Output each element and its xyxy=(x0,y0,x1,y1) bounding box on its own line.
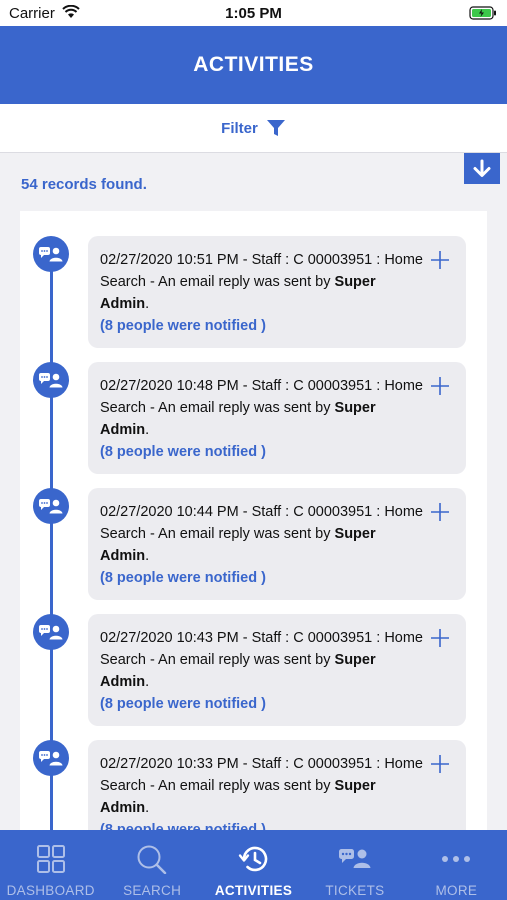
activity-staff: Staff : C 00003951 : xyxy=(251,756,381,772)
activity-staff: Staff : C 00003951 : xyxy=(251,378,381,394)
app-header: ACTIVITIES xyxy=(0,26,507,104)
activity-item: 02/27/2020 10:43 PM - Staff : C 00003951… xyxy=(20,589,487,726)
more-dots-icon xyxy=(442,856,471,862)
activity-timestamp: 02/27/2020 10:43 PM xyxy=(100,630,239,646)
tab-label: TICKETS xyxy=(325,883,385,898)
tab-dashboard[interactable]: DASHBOARD xyxy=(0,830,101,900)
tab-label: MORE xyxy=(435,883,478,898)
activity-staff: Staff : C 00003951 : xyxy=(251,504,381,520)
people-chat-icon xyxy=(33,740,69,776)
history-icon xyxy=(238,846,267,872)
plus-icon[interactable] xyxy=(430,628,450,648)
filter-button[interactable]: Filter xyxy=(0,104,507,153)
activity-list[interactable]: 02/27/2020 10:51 PM - Staff : C 00003951… xyxy=(20,211,487,851)
tab-label: DASHBOARD xyxy=(6,883,95,898)
activity-item: 02/27/2020 10:48 PM - Staff : C 00003951… xyxy=(20,337,487,474)
arrow-down-icon xyxy=(473,159,491,177)
activity-card[interactable]: 02/27/2020 10:43 PM - Staff : C 00003951… xyxy=(88,614,466,726)
tab-more[interactable]: MORE xyxy=(406,830,507,900)
status-bar: Carrier 1:05 PM xyxy=(0,0,507,26)
plus-icon[interactable] xyxy=(430,376,450,396)
activity-staff: Staff : C 00003951 : xyxy=(251,252,381,268)
activity-timestamp: 02/27/2020 10:48 PM xyxy=(100,378,239,394)
notified-link[interactable]: (8 people were notified ) xyxy=(100,318,266,334)
tab-activities[interactable]: ACTIVITIES xyxy=(203,830,304,900)
plus-icon[interactable] xyxy=(430,502,450,522)
activity-item: 02/27/2020 10:51 PM - Staff : C 00003951… xyxy=(20,211,487,348)
notified-link[interactable]: (8 people were notified ) xyxy=(100,696,266,712)
battery-icon xyxy=(469,6,496,20)
tab-label: ACTIVITIES xyxy=(214,883,293,898)
plus-icon[interactable] xyxy=(430,250,450,270)
notified-link[interactable]: (8 people were notified ) xyxy=(100,444,266,460)
tab-search[interactable]: SEARCH xyxy=(101,830,202,900)
people-chat-icon xyxy=(33,488,69,524)
activity-timestamp: 02/27/2020 10:33 PM xyxy=(100,756,239,772)
plus-icon[interactable] xyxy=(430,754,450,774)
tab-tickets[interactable]: TICKETS xyxy=(304,830,405,900)
status-time: 1:05 PM xyxy=(225,5,282,22)
people-chat-icon xyxy=(33,362,69,398)
records-count: 54 records found. xyxy=(21,176,147,193)
people-chat-icon xyxy=(338,849,371,868)
activity-item: 02/27/2020 10:44 PM - Staff : C 00003951… xyxy=(20,463,487,600)
notified-link[interactable]: (8 people were notified ) xyxy=(100,570,266,586)
activity-staff: Staff : C 00003951 : xyxy=(251,630,381,646)
activity-card[interactable]: 02/27/2020 10:51 PM - Staff : C 00003951… xyxy=(88,236,466,348)
download-button[interactable] xyxy=(464,153,500,184)
activity-card[interactable]: 02/27/2020 10:48 PM - Staff : C 00003951… xyxy=(88,362,466,474)
grid-icon xyxy=(36,845,65,873)
page-title: ACTIVITIES xyxy=(193,53,314,76)
filter-label: Filter xyxy=(221,119,258,137)
tab-bar: DASHBOARD SEARCH ACTIVITIES TICKETS MORE xyxy=(0,830,507,900)
people-chat-icon xyxy=(33,236,69,272)
people-chat-icon xyxy=(33,614,69,650)
activity-timestamp: 02/27/2020 10:51 PM xyxy=(100,252,239,268)
activity-timestamp: 02/27/2020 10:44 PM xyxy=(100,504,239,520)
tab-label: SEARCH xyxy=(123,883,182,898)
filter-icon xyxy=(266,120,285,136)
search-icon xyxy=(137,845,167,874)
activity-item: 02/27/2020 10:33 PM - Staff : C 00003951… xyxy=(20,715,487,851)
activity-card[interactable]: 02/27/2020 10:44 PM - Staff : C 00003951… xyxy=(88,488,466,600)
